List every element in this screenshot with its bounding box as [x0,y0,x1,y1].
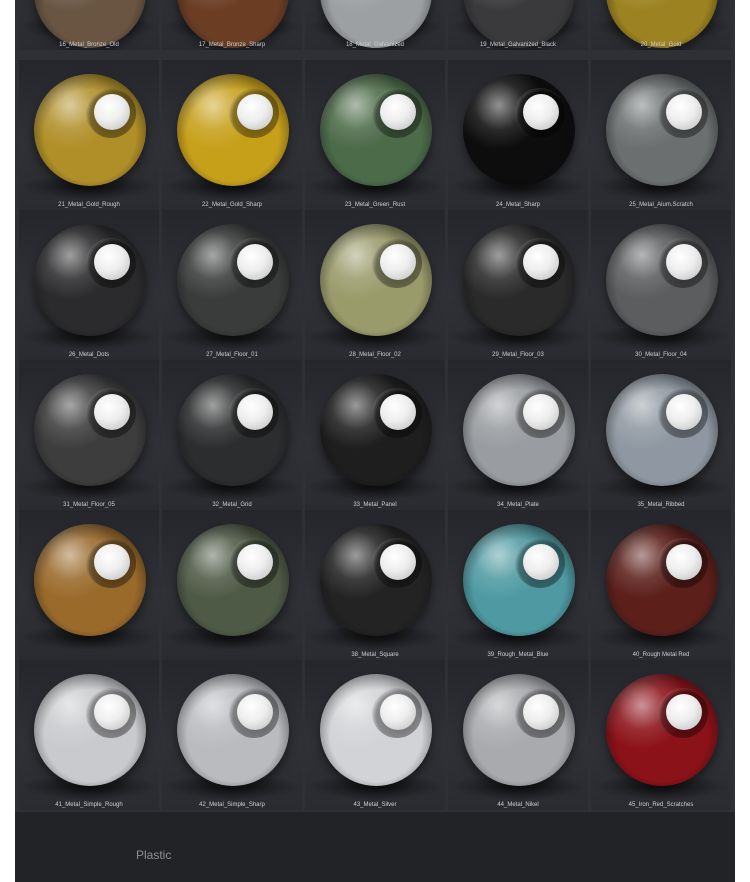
material-tile[interactable]: 38_Metal_Square [305,510,445,660]
material-tile[interactable]: 33_Metal_Panel [305,360,445,510]
material-sphere-preview [463,524,575,636]
material-label: 38_Metal_Square [351,652,399,658]
material-tile[interactable]: 31_Metal_Floor_05 [19,360,159,510]
section-footer: Plastic [15,812,735,882]
material-tile[interactable]: 34_Metal_Plate [448,360,588,510]
material-sphere-preview [320,674,432,786]
material-tile[interactable]: 20_Metal_Gold [591,0,731,50]
material-tile[interactable]: 45_Iron_Red_Scratches [591,660,731,810]
material-label: 42_Metal_Simple_Sharp [199,802,265,808]
material-label: 25_Metal_Alum.Scratch [629,202,693,208]
material-label: 16_Metal_Bronze_Old [59,42,119,48]
material-tile[interactable]: 44_Metal_Nikel [448,660,588,810]
material-tile[interactable]: 26_Metal_Dots [19,210,159,360]
material-label: 27_Metal_Floor_01 [206,352,258,358]
material-label: 45_Iron_Red_Scratches [628,802,694,808]
material-sphere-preview [320,524,432,636]
material-label: 30_Metal_Floor_04 [635,352,687,358]
material-label: 22_Metal_Gold_Sharp [201,202,263,208]
material-label: 29_Metal_Floor_03 [492,352,544,358]
material-tile[interactable]: 23_Metal_Green_Rust [305,60,445,210]
material-label [162,650,302,660]
material-label: 23_Metal_Green_Rust [344,202,406,208]
material-sphere-preview [606,374,718,486]
material-label: 39_Rough_Metal_Blue [487,652,549,658]
material-sphere-preview [34,224,146,336]
material-label: 18_Metal_Galvanized [345,42,405,48]
material-tile[interactable]: 32_Metal_Grid [162,360,302,510]
material-tile[interactable]: 43_Metal_Silver [305,660,445,810]
material-sphere-preview [606,74,718,186]
material-tile[interactable]: 42_Metal_Simple_Sharp [162,660,302,810]
material-label: 17_Metal_Bronze_Sharp [198,42,266,48]
material-gallery: 16_Metal_Bronze_Old 17_Metal_Bronze_Sharp… [15,0,735,812]
material-tile[interactable]: 22_Metal_Gold_Sharp [162,60,302,210]
material-tile[interactable]: 41_Metal_Simple_Rough [19,660,159,810]
material-tile[interactable]: 29_Metal_Floor_03 [448,210,588,360]
material-sphere-preview [320,74,432,186]
material-tile[interactable]: 27_Metal_Floor_01 [162,210,302,360]
material-tile[interactable] [19,510,159,660]
material-sphere-preview [34,374,146,486]
material-label: 43_Metal_Silver [353,802,397,808]
material-grid: 16_Metal_Bronze_Old 17_Metal_Bronze_Sharp… [15,0,735,812]
material-sphere-preview [177,74,289,186]
material-sphere-preview [177,524,289,636]
material-sphere-preview [34,524,146,636]
material-label: 28_Metal_Floor_02 [349,352,401,358]
material-sphere-preview [463,74,575,186]
material-tile[interactable] [162,510,302,660]
material-sphere-preview [463,374,575,486]
material-label: 35_Metal_Ribbed [637,502,685,508]
material-tile[interactable]: 28_Metal_Floor_02 [305,210,445,360]
material-tile[interactable]: 17_Metal_Bronze_Sharp [162,0,302,50]
material-label: 20_Metal_Gold [640,42,682,48]
material-tile[interactable]: 30_Metal_Floor_04 [591,210,731,360]
material-sphere-preview [177,674,289,786]
material-sphere-preview [34,674,146,786]
material-label [19,650,159,660]
material-tile[interactable]: 16_Metal_Bronze_Old [19,0,159,50]
material-tile[interactable]: 18_Metal_Galvanized [305,0,445,50]
material-tile[interactable]: 39_Rough_Metal_Blue [448,510,588,660]
material-tile[interactable]: 21_Metal_Gold_Rough [19,60,159,210]
material-tile[interactable]: 35_Metal_Ribbed [591,360,731,510]
material-sphere-preview [177,224,289,336]
section-title: Plastic [136,848,172,862]
material-label: 33_Metal_Panel [353,502,397,508]
material-tile[interactable]: 24_Metal_Sharp [448,60,588,210]
material-sphere-preview [177,374,289,486]
material-sphere-preview [463,674,575,786]
material-label: 21_Metal_Gold_Rough [58,202,120,208]
material-sphere-preview [320,224,432,336]
material-label: 34_Metal_Plate [497,502,539,508]
material-label: 40_Rough Metal Red [632,652,690,658]
material-tile[interactable]: 40_Rough Metal Red [591,510,731,660]
material-sphere-preview [34,74,146,186]
material-tile[interactable]: 25_Metal_Alum.Scratch [591,60,731,210]
material-sphere-preview [606,524,718,636]
material-label: 44_Metal_Nikel [497,802,539,808]
material-tile[interactable]: 19_Metal_Galvanized_Black [448,0,588,50]
material-sphere-preview [606,674,718,786]
material-sphere-preview [320,374,432,486]
material-sphere-preview [606,224,718,336]
material-sphere-preview [463,224,575,336]
material-label: 24_Metal_Sharp [495,202,541,208]
material-label: 26_Metal_Dots [68,352,110,358]
material-label: 31_Metal_Floor_05 [63,502,115,508]
material-label: 41_Metal_Simple_Rough [55,802,123,808]
material-label: 19_Metal_Galvanized_Black [479,42,557,48]
material-label: 32_Metal_Grid [212,502,252,508]
